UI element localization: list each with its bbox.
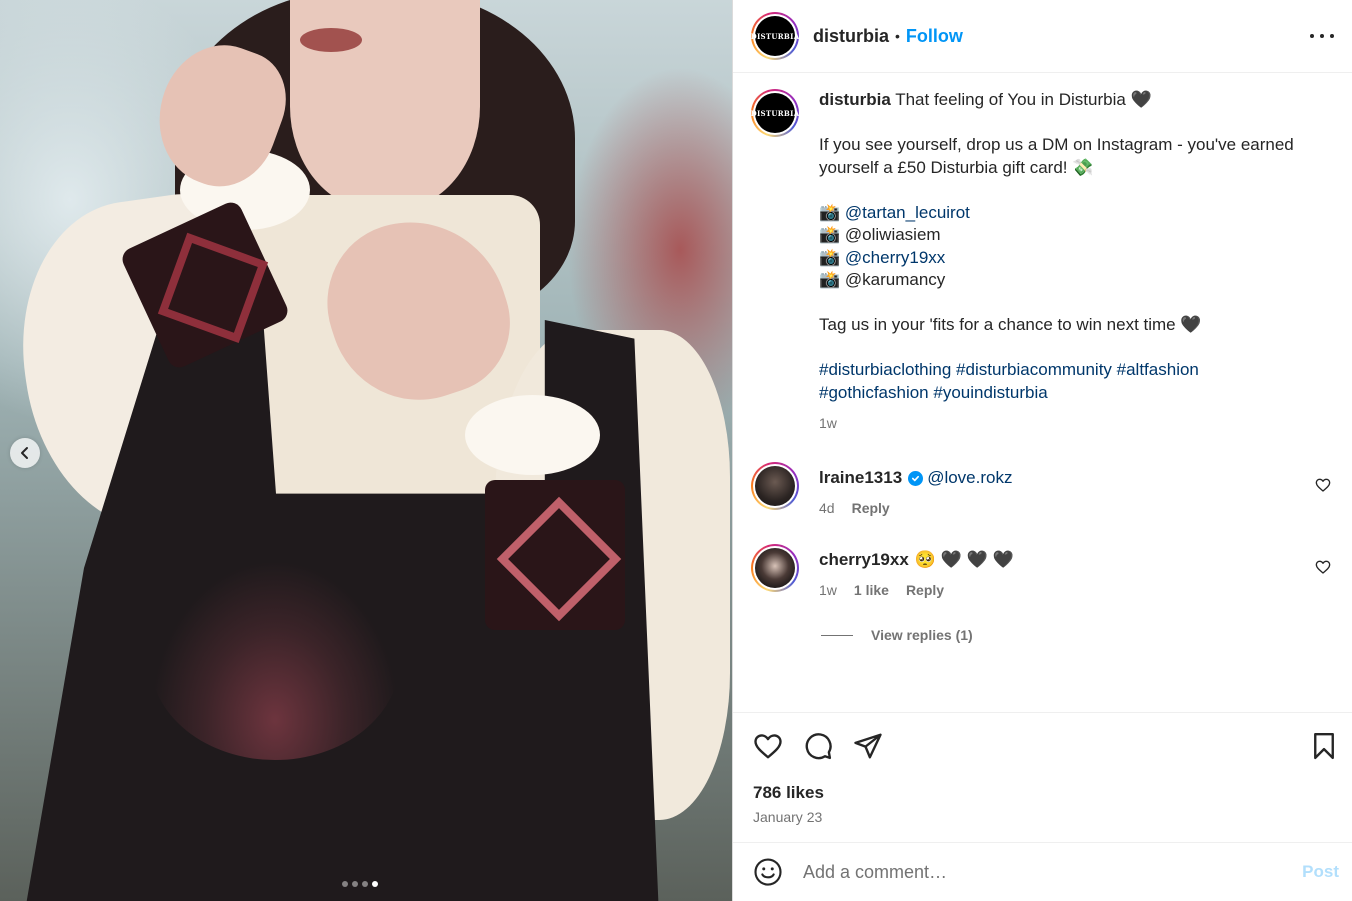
comment-time[interactable]: 4d bbox=[819, 500, 835, 516]
carousel-dot bbox=[362, 881, 368, 887]
caption-line: Tag us in your 'fits for a chance to win… bbox=[819, 315, 1202, 334]
mention-text: @oliwiasiem bbox=[844, 225, 941, 244]
view-replies-label: View replies (1) bbox=[871, 627, 973, 643]
caption-text: disturbia That feeling of You in Disturb… bbox=[819, 89, 1319, 435]
post-image[interactable] bbox=[0, 0, 732, 901]
chevron-left-icon bbox=[21, 447, 28, 459]
carousel-dot bbox=[352, 881, 358, 887]
reply-button[interactable]: Reply bbox=[852, 500, 890, 516]
comment-likes[interactable]: 1 like bbox=[854, 582, 889, 598]
photo-lace-cuff-right bbox=[465, 395, 600, 475]
credit-line: 📸 @oliwiasiem bbox=[819, 224, 1319, 247]
divider-line bbox=[821, 634, 853, 636]
caption-avatar[interactable]: DISTURBIA bbox=[751, 89, 799, 137]
header-username[interactable]: disturbia bbox=[813, 26, 889, 47]
camera-icon: 📸 bbox=[819, 247, 841, 267]
caption-time[interactable]: 1w bbox=[819, 412, 1319, 435]
mention-text: @karumancy bbox=[844, 270, 946, 289]
avatar[interactable]: DISTURBIA bbox=[751, 12, 799, 60]
hashtags[interactable]: #gothicfashion #youindisturbia bbox=[819, 382, 1319, 405]
post-header: DISTURBIA disturbia • Follow bbox=[733, 0, 1352, 73]
brand-logo: DISTURBIA bbox=[750, 31, 800, 41]
more-icon bbox=[1310, 34, 1314, 38]
comment-text: 🥺 🖤 🖤 🖤 bbox=[914, 550, 1014, 569]
comment-time[interactable]: 1w bbox=[819, 582, 837, 598]
emoji-icon[interactable] bbox=[753, 857, 783, 887]
photo-cuff-right bbox=[485, 480, 625, 630]
carousel-prev-button[interactable] bbox=[10, 438, 40, 468]
carousel-dot bbox=[342, 881, 348, 887]
camera-icon: 📸 bbox=[819, 225, 841, 244]
add-comment-bar: Post bbox=[733, 842, 1352, 901]
share-icon[interactable] bbox=[853, 731, 883, 761]
credit-line: 📸 @karumancy bbox=[819, 269, 1319, 292]
avatar[interactable] bbox=[751, 462, 799, 510]
caption-username[interactable]: disturbia bbox=[819, 90, 891, 109]
photo-lips bbox=[300, 28, 362, 52]
post-actions: 786 likes January 23 bbox=[733, 712, 1352, 842]
comment-like-icon[interactable] bbox=[1315, 559, 1331, 575]
heart-icon[interactable] bbox=[753, 731, 783, 761]
post-date[interactable]: January 23 bbox=[753, 809, 822, 825]
comment-username[interactable]: cherry19xx bbox=[819, 550, 909, 570]
comment-item: lraine1313 @love.rokz 4d Reply bbox=[751, 462, 1341, 516]
avatar[interactable] bbox=[751, 544, 799, 592]
caption-line: If you see yourself, drop us a DM on Ins… bbox=[819, 135, 1294, 177]
camera-icon: 📸 bbox=[819, 202, 841, 222]
comment-item: cherry19xx 🥺 🖤 🖤 🖤 1w 1 like Reply bbox=[751, 544, 1341, 598]
view-replies-button[interactable]: View replies (1) bbox=[821, 627, 973, 643]
comment-mention[interactable]: @love.rokz bbox=[927, 468, 1012, 488]
likes-count[interactable]: 786 likes bbox=[753, 783, 824, 803]
caption: DISTURBIA disturbia That feeling of You … bbox=[751, 89, 1341, 435]
credit-line: 📸 @cherry19xx bbox=[819, 247, 1319, 270]
comments-area[interactable]: DISTURBIA disturbia That feeling of You … bbox=[733, 73, 1352, 713]
separator-dot: • bbox=[895, 28, 900, 44]
verified-badge-icon bbox=[908, 470, 924, 486]
reply-button[interactable]: Reply bbox=[906, 582, 944, 598]
camera-icon: 📸 bbox=[819, 270, 841, 289]
photo-embroidery bbox=[150, 560, 400, 760]
brand-logo: DISTURBIA bbox=[750, 108, 800, 118]
mention-link[interactable]: @cherry19xx bbox=[845, 248, 945, 267]
follow-button[interactable]: Follow bbox=[906, 26, 963, 47]
carousel-indicator bbox=[342, 881, 378, 887]
post-side-panel: DISTURBIA disturbia • Follow DISTURBIA d… bbox=[732, 0, 1352, 901]
caption-line: That feeling of You in Disturbia 🖤 bbox=[895, 90, 1152, 109]
comment-username[interactable]: lraine1313 bbox=[819, 468, 902, 488]
hashtags[interactable]: #disturbiaclothing #disturbiacommunity #… bbox=[819, 359, 1319, 382]
mention-link[interactable]: @tartan_lecuirot bbox=[845, 203, 970, 222]
bookmark-icon[interactable] bbox=[1309, 731, 1339, 761]
more-options-button[interactable] bbox=[1310, 24, 1334, 48]
comment-icon[interactable] bbox=[803, 731, 833, 761]
credit-line: 📸 @tartan_lecuirot bbox=[819, 202, 1319, 225]
carousel-dot-active bbox=[372, 881, 378, 887]
post-comment-button[interactable]: Post bbox=[1302, 862, 1339, 882]
comment-like-icon[interactable] bbox=[1315, 477, 1331, 493]
comment-input[interactable] bbox=[803, 861, 1263, 883]
